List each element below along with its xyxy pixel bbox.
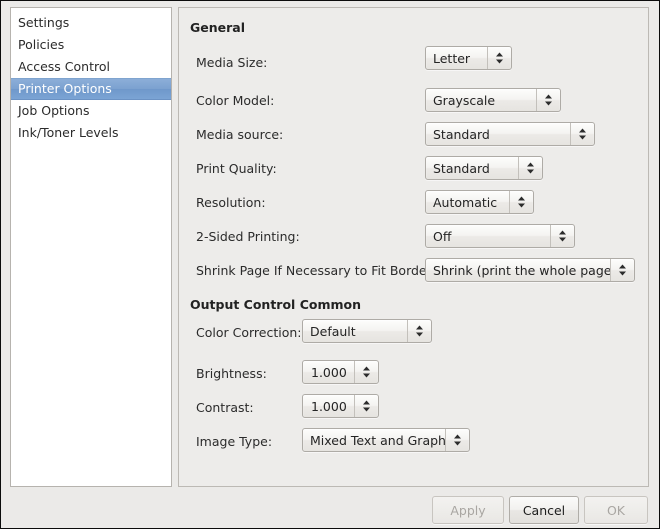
combobox-image-type[interactable]: Mixed Text and Graphics — [302, 428, 470, 452]
chevron-updown-icon — [509, 191, 533, 213]
combobox-shrink-page-value: Shrink (print the whole page) — [433, 262, 610, 278]
spinbutton-contrast[interactable]: 1.000 — [302, 394, 379, 418]
section-title-general: General — [190, 20, 245, 35]
chevron-updown-icon — [407, 320, 431, 342]
label-color-model: Color Model: — [196, 93, 275, 108]
sidebar-item-label: Ink/Toner Levels — [18, 125, 119, 140]
combobox-color-model-value: Grayscale — [433, 92, 496, 108]
combobox-resolution-value: Automatic — [433, 194, 498, 210]
sidebar-item-label: Printer Options — [18, 81, 112, 96]
label-two-sided-printing: 2-Sided Printing: — [196, 229, 300, 244]
combobox-image-type-value: Mixed Text and Graphics — [310, 432, 445, 448]
combobox-media-source[interactable]: Standard — [425, 122, 595, 146]
chevron-updown-icon — [487, 47, 511, 69]
combobox-shrink-page[interactable]: Shrink (print the whole page) — [425, 258, 635, 282]
label-print-quality: Print Quality: — [196, 161, 277, 176]
navigation-sidebar[interactable]: Settings Policies Access Control Printer… — [10, 7, 172, 487]
sidebar-item-label: Access Control — [18, 59, 110, 74]
chevron-updown-icon — [550, 225, 574, 247]
chevron-updown-icon[interactable] — [354, 395, 378, 417]
combobox-print-quality-value: Standard — [433, 160, 490, 176]
combobox-two-sided-printing-value: Off — [433, 228, 452, 244]
combobox-two-sided-printing[interactable]: Off — [425, 224, 575, 248]
sidebar-item-settings[interactable]: Settings — [11, 12, 171, 34]
combobox-color-model[interactable]: Grayscale — [425, 88, 561, 112]
sidebar-item-printer-options[interactable]: Printer Options — [11, 78, 171, 100]
label-resolution: Resolution: — [196, 195, 266, 210]
sidebar-item-job-options[interactable]: Job Options — [11, 100, 171, 122]
chevron-updown-icon — [570, 123, 594, 145]
label-image-type: Image Type: — [196, 434, 273, 449]
spinbutton-brightness[interactable]: 1.000 — [302, 360, 379, 384]
chevron-updown-icon[interactable] — [354, 361, 378, 383]
sidebar-item-ink-toner-levels[interactable]: Ink/Toner Levels — [11, 122, 171, 144]
sidebar-item-label: Settings — [18, 15, 70, 30]
apply-button-label: Apply — [450, 502, 486, 518]
label-media-source: Media source: — [196, 127, 284, 142]
sidebar-item-policies[interactable]: Policies — [11, 34, 171, 56]
combobox-media-size[interactable]: Letter — [425, 46, 512, 70]
section-title-output-control-common: Output Control Common — [190, 297, 361, 312]
spinbutton-brightness-value: 1.000 — [311, 364, 347, 380]
cancel-button-label: Cancel — [522, 502, 566, 518]
label-shrink-page: Shrink Page If Necessary to Fit Borders: — [196, 263, 443, 278]
chevron-updown-icon — [610, 259, 634, 281]
label-contrast: Contrast: — [196, 400, 254, 415]
spinbutton-contrast-value: 1.000 — [311, 398, 347, 414]
cancel-button[interactable]: Cancel — [509, 496, 579, 524]
sidebar-item-label: Policies — [18, 37, 65, 52]
apply-button[interactable]: Apply — [432, 496, 504, 524]
combobox-resolution[interactable]: Automatic — [425, 190, 534, 214]
combobox-color-correction[interactable]: Default — [302, 319, 432, 343]
chevron-updown-icon — [445, 429, 469, 451]
combobox-color-correction-value: Default — [310, 323, 356, 339]
label-brightness: Brightness: — [196, 366, 267, 381]
label-media-size: Media Size: — [196, 55, 268, 70]
combobox-media-source-value: Standard — [433, 126, 490, 142]
printer-options-panel: General Media Size: Letter Color Model: … — [178, 7, 649, 487]
ok-button-label: OK — [606, 502, 626, 518]
chevron-updown-icon — [536, 89, 560, 111]
sidebar-item-access-control[interactable]: Access Control — [11, 56, 171, 78]
sidebar-item-label: Job Options — [18, 103, 90, 118]
combobox-media-size-value: Letter — [433, 50, 471, 66]
printer-properties-window: Settings Policies Access Control Printer… — [0, 0, 660, 529]
label-color-correction: Color Correction: — [196, 325, 302, 340]
chevron-updown-icon — [518, 157, 542, 179]
combobox-print-quality[interactable]: Standard — [425, 156, 543, 180]
ok-button[interactable]: OK — [584, 496, 648, 524]
